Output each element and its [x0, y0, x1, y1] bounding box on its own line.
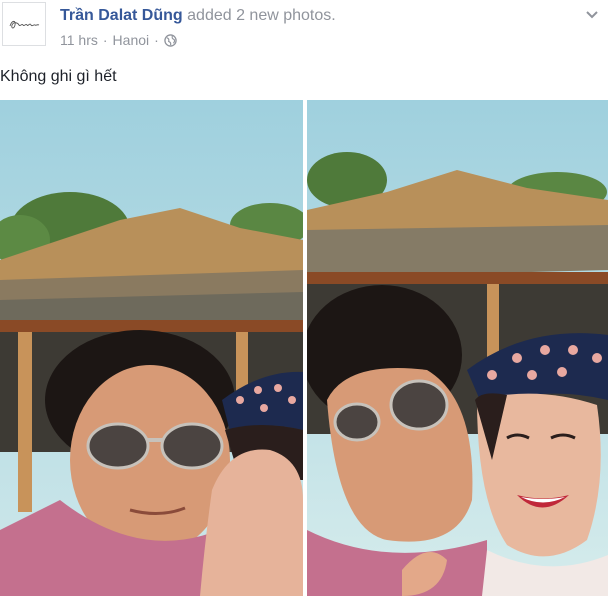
post-photo-2[interactable]: [307, 100, 608, 596]
globe-icon[interactable]: [164, 33, 177, 47]
meta-separator-2: ·: [154, 32, 159, 48]
post-header: Trần Dalat Dũng added 2 new photos.: [60, 6, 336, 26]
author-name-link[interactable]: Trần Dalat Dũng: [60, 7, 183, 24]
post-caption: Không ghi gì hết: [0, 68, 117, 85]
signature-logo-icon: [9, 20, 40, 29]
photo-2-illustration: [307, 100, 608, 596]
post-photo-1[interactable]: [0, 100, 303, 596]
post-action-text: added 2 new photos.: [187, 7, 336, 24]
photo-1-illustration: [0, 100, 303, 596]
post-meta: 11 hrs · Hanoi ·: [60, 31, 177, 49]
chevron-down-icon[interactable]: [584, 6, 600, 22]
timestamp-link[interactable]: 11 hrs: [60, 31, 98, 49]
location-link[interactable]: Hanoi: [113, 31, 150, 49]
meta-separator: ·: [102, 32, 108, 48]
facebook-post: Trần Dalat Dũng added 2 new photos. 11 h…: [0, 0, 608, 596]
author-avatar[interactable]: [2, 2, 46, 46]
